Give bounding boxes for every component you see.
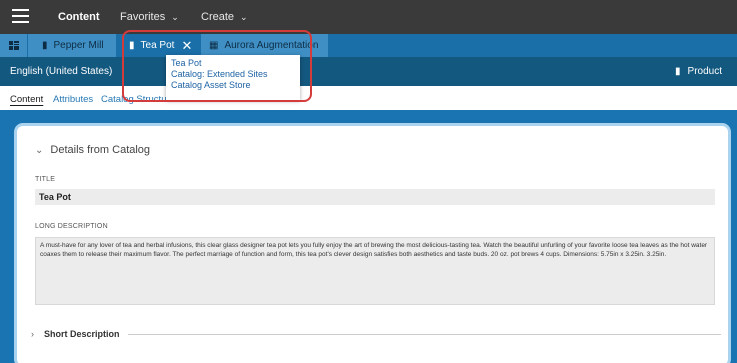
- content-type-indicator: ▮ Product: [675, 66, 722, 77]
- chevron-right-icon: ›: [31, 329, 34, 339]
- tab-overview[interactable]: [0, 34, 27, 57]
- short-description-section[interactable]: › Short Description: [31, 329, 721, 339]
- long-description-field: A must-have for any lover of tea and her…: [35, 237, 715, 305]
- details-panel: ⌄ Details from Catalog TITLE Tea Pot LONG…: [14, 123, 731, 363]
- create-menu[interactable]: Create ⌄: [201, 11, 248, 23]
- title-field: Tea Pot: [35, 189, 715, 205]
- title-field-label: TITLE: [35, 176, 56, 183]
- top-navigation-bar: Content Favorites ⌄ Create ⌄: [0, 0, 737, 34]
- product-icon: ▮: [675, 66, 681, 77]
- grid-icon: [8, 41, 19, 50]
- language-selector[interactable]: English (United States): [10, 66, 112, 77]
- divider: [127, 333, 721, 335]
- tab-pepper-mill[interactable]: ▮ Pepper Mill: [28, 34, 116, 57]
- chevron-down-icon: ⌄: [35, 145, 44, 156]
- section-title: Details from Catalog: [50, 144, 151, 156]
- chevron-down-icon: ⌄: [240, 12, 248, 22]
- locale-bar: English (United States) ▮ Product: [0, 57, 737, 86]
- hamburger-menu-icon[interactable]: [12, 9, 29, 23]
- highlight-annotation: [122, 30, 312, 102]
- details-section-header[interactable]: ⌄ Details from Catalog: [35, 144, 150, 156]
- document-tab-bar: ▮ Pepper Mill ▮ Tea Pot ✕ ▦ Aurora Augme…: [0, 34, 737, 57]
- content-area: ⌄ Details from Catalog TITLE Tea Pot LONG…: [0, 110, 737, 363]
- favorites-menu-label: Favorites: [120, 11, 166, 23]
- product-icon: ▮: [42, 40, 48, 51]
- short-description-label: Short Description: [44, 329, 120, 339]
- favorites-menu[interactable]: Favorites ⌄: [120, 11, 179, 23]
- content-type-label: Product: [687, 66, 722, 77]
- subtab-content[interactable]: Content: [10, 94, 43, 105]
- tab-label: Pepper Mill: [53, 40, 104, 51]
- long-description-label: LONG DESCRIPTION: [35, 223, 108, 230]
- subtab-attributes[interactable]: Attributes: [53, 94, 93, 105]
- create-menu-label: Create: [201, 11, 235, 23]
- chevron-down-icon: ⌄: [171, 12, 179, 22]
- app-title: Content: [58, 11, 100, 23]
- content-subtabs: Content Attributes Catalog Structure: [0, 86, 737, 110]
